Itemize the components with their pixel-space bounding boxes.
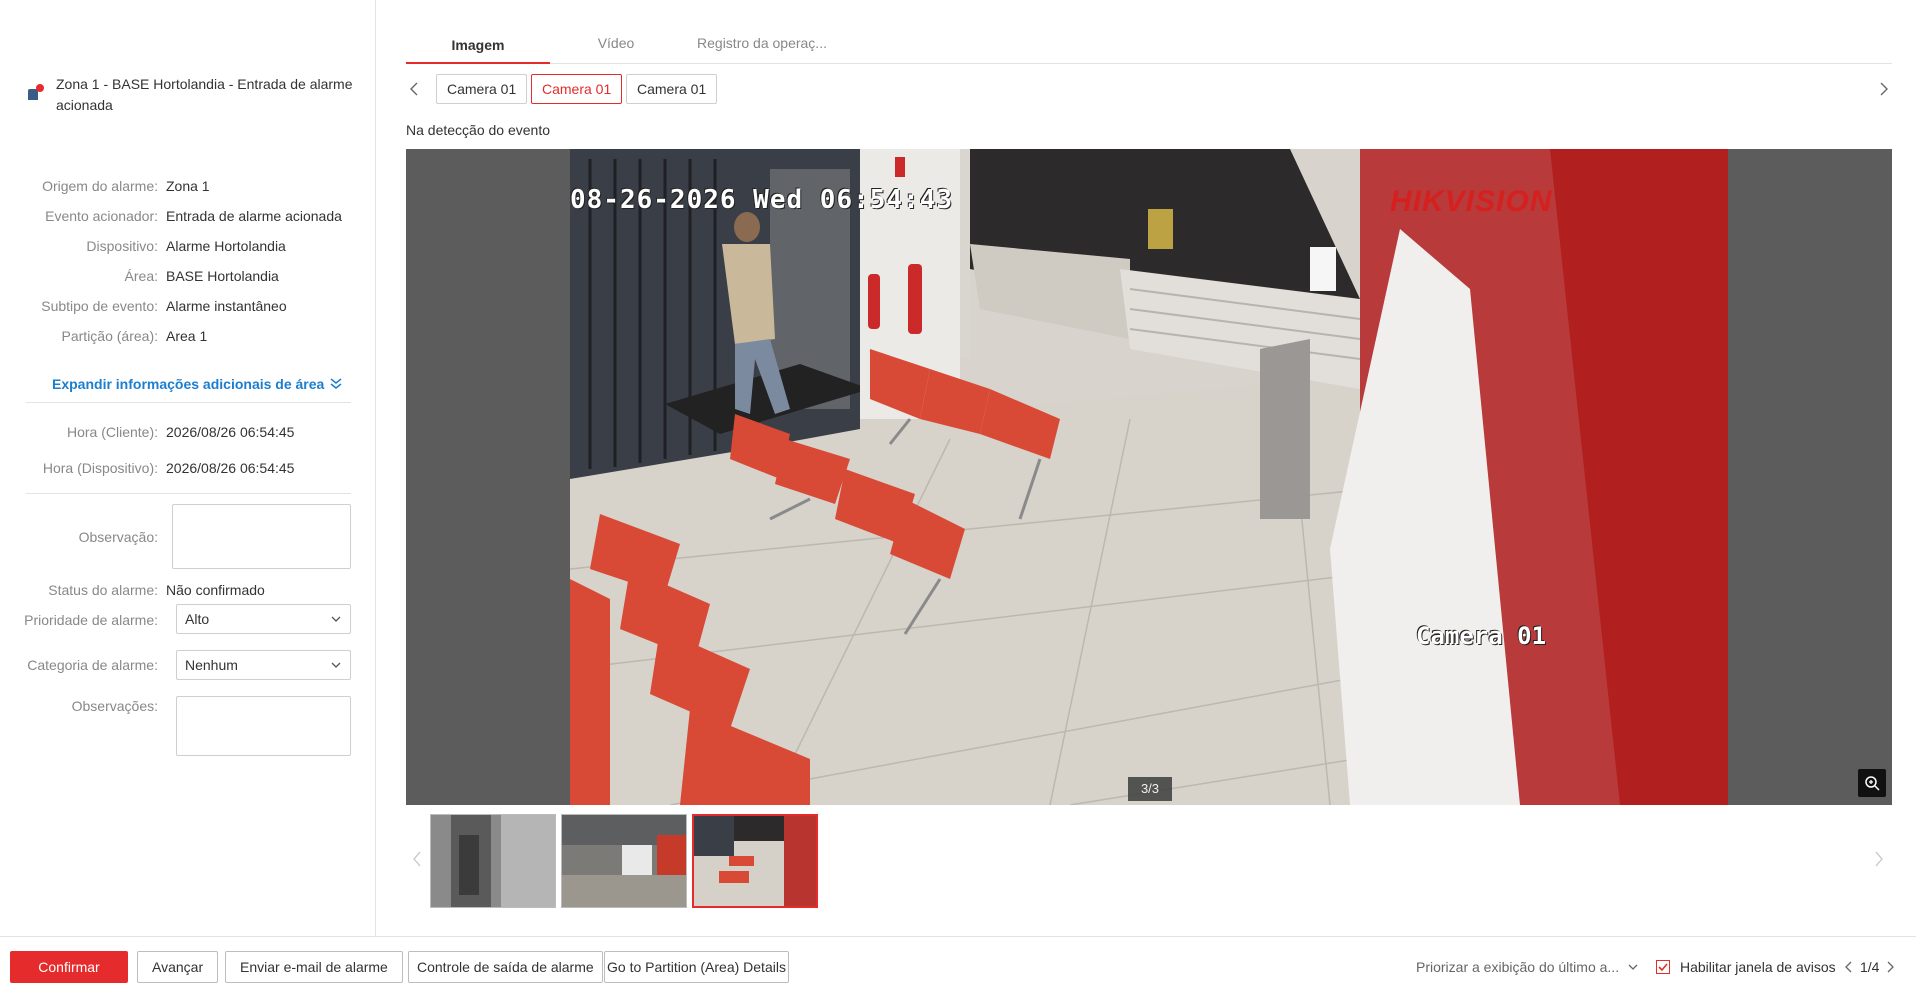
chevron-left-icon[interactable] [406,80,424,98]
tab-registro[interactable]: Registro da operaç... [682,28,842,64]
info-row-origem: Origem do alarme: Zona 1 [0,176,376,196]
info-label: Evento acionador: [45,208,158,224]
pager: 1/4 [1844,959,1895,975]
time-row-client: Hora (Cliente): 2026/08/26 06:54:45 [0,422,376,442]
camera-snapshot: HIKVISION 08-26-2026 Wed 06:54:43 Camera… [570,149,1728,805]
info-label: Origem do alarme: [42,178,158,194]
chevron-left-icon[interactable] [1844,960,1854,974]
hikvision-brand-overlay: HIKVISION [1390,185,1553,218]
categoria-select[interactable]: Nenhum [176,650,351,680]
enable-popup-checkbox[interactable]: Habilitar janela de avisos [1656,959,1836,975]
tab-video[interactable]: Vídeo [550,28,682,64]
observacoes-label: Observações: [71,698,158,714]
thumbnail-2[interactable] [561,814,687,908]
chevron-down-icon [1628,964,1638,970]
prioridade-value: Alto [185,611,210,627]
info-value: Zona 1 [166,178,210,194]
media-tabs: Imagem Vídeo Registro da operaç... [406,28,1892,64]
divider [26,493,351,494]
osd-timestamp: 08-26-2026 Wed 06:54:43 [570,185,954,215]
info-value: BASE Hortolandia [166,268,279,284]
status-row: Status do alarme: Não confirmado [0,580,376,600]
enable-popup-label: Habilitar janela de avisos [1680,959,1836,975]
zoom-in-button[interactable] [1858,769,1886,797]
osd-camera-name: Camera 01 [1416,622,1547,650]
info-label: Partição (área): [61,328,158,344]
thumbnail-strip [406,812,1892,908]
alarm-title: Zona 1 - BASE Hortolandia - Entrada de a… [56,76,353,113]
camera-button-3[interactable]: Camera 01 [626,74,718,104]
categoria-value: Nenhum [185,657,238,673]
thumbnail-1[interactable] [430,814,556,908]
camera-button-1[interactable]: Camera 01 [436,74,528,104]
thumbnail-image [562,815,686,907]
thumbnail-3[interactable] [692,814,818,908]
double-chevron-down-icon [330,378,342,389]
observacoes-textarea[interactable] [176,696,351,756]
partition-details-button[interactable]: Go to Partition (Area) Details [604,951,789,983]
zone-alarm-icon [26,84,44,102]
thumbnail-image [694,816,816,906]
info-value: Alarme instantâneo [166,298,287,314]
next-button[interactable]: Avançar [137,951,219,983]
info-value: Alarme Hortolandia [166,238,286,254]
page-indicator: 1/4 [1860,959,1880,975]
chevron-right-icon[interactable] [1874,80,1892,98]
info-row-particao: Partição (área): Area 1 [0,326,376,346]
priority-display-select[interactable]: Priorizar a exibição do último a... [1416,959,1639,975]
categoria-label: Categoria de alarme: [27,657,158,673]
info-value: Entrada de alarme acionada [166,208,342,224]
time-value: 2026/08/26 06:54:45 [166,460,295,476]
event-detection-label: Na detecção do evento [406,122,550,138]
send-email-button[interactable]: Enviar e-mail de alarme [225,951,403,983]
info-label: Subtipo de evento: [41,298,158,314]
prioridade-select[interactable]: Alto [176,604,351,634]
priority-display-label: Priorizar a exibição do último a... [1416,959,1620,975]
status-label: Status do alarme: [48,582,158,598]
chevron-right-icon[interactable] [1885,960,1895,974]
alarm-output-button[interactable]: Controle de saída de alarme [408,951,603,983]
time-row-device: Hora (Dispositivo): 2026/08/26 06:54:45 [0,458,376,478]
info-row-subtipo: Subtipo de evento: Alarme instantâneo [0,296,376,316]
info-row-evento: Evento acionador: Entrada de alarme acio… [0,206,376,226]
info-row-dispositivo: Dispositivo: Alarme Hortolandia [0,236,376,256]
camera-selector: Camera 01 Camera 01 Camera 01 [406,74,1892,104]
confirm-button[interactable]: Confirmar [10,951,128,983]
thumbnail-image [431,815,555,907]
observacao-textarea[interactable] [172,504,351,569]
divider [26,402,351,403]
info-row-area: Área: BASE Hortolandia [0,266,376,286]
info-label: Área: [124,268,158,284]
observacao-label: Observação: [78,529,158,545]
time-value: 2026/08/26 06:54:45 [166,424,295,440]
alarm-header: Zona 1 - BASE Hortolandia - Entrada de a… [26,74,356,116]
checkbox-checked-icon [1656,960,1670,974]
camera-button-2[interactable]: Camera 01 [531,74,623,104]
chevron-right-icon[interactable] [1872,850,1886,868]
chevron-left-icon[interactable] [410,850,424,868]
zoom-in-icon [1865,776,1880,791]
status-value: Não confirmado [166,582,265,598]
image-counter: 3/3 [1128,777,1172,801]
expand-area-info-link[interactable]: Expandir informações adicionais de área [52,376,343,392]
time-label: Hora (Dispositivo): [42,460,158,476]
footer-toolbar: Confirmar Avançar Enviar e-mail de alarm… [0,936,1916,991]
store-scene-image [570,149,1728,805]
tab-imagem[interactable]: Imagem [406,28,550,64]
image-viewer: HIKVISION 08-26-2026 Wed 06:54:43 Camera… [406,149,1892,805]
info-label: Dispositivo: [86,238,158,254]
info-value: Area 1 [166,328,208,344]
time-label: Hora (Cliente): [66,424,158,440]
expand-area-info-label: Expandir informações adicionais de área [52,376,325,392]
chevron-down-icon [331,616,341,622]
alarm-details-panel: Zona 1 - BASE Hortolandia - Entrada de a… [0,0,376,936]
chevron-down-icon [331,662,341,668]
prioridade-label: Prioridade de alarme: [24,612,158,628]
